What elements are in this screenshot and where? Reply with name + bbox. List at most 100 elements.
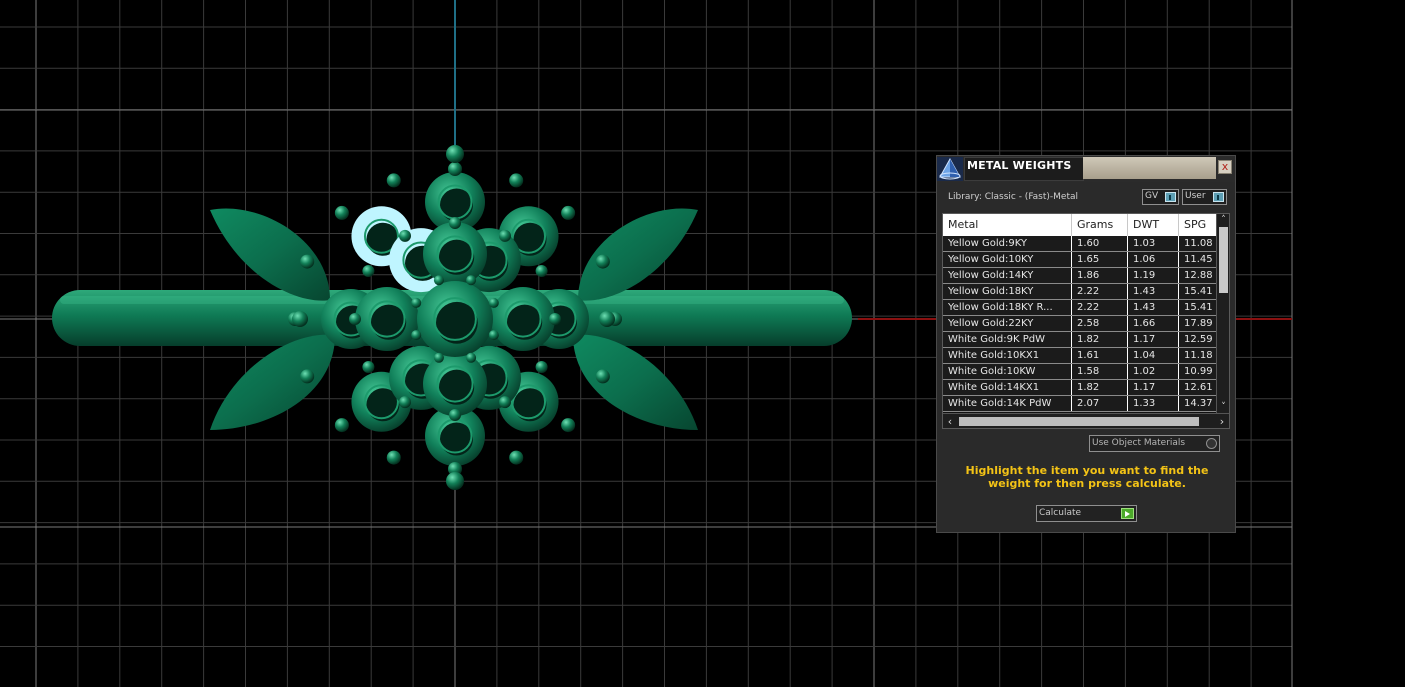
flower-cluster — [288, 145, 622, 490]
spg-cell: 11.18 — [1179, 348, 1216, 363]
metal-cell: White Gold:10KX1 — [943, 348, 1071, 363]
bead — [300, 369, 315, 384]
column-header-grams[interactable]: Grams — [1072, 214, 1128, 236]
chevron-left-icon[interactable]: ‹ — [943, 414, 957, 428]
bead — [535, 265, 548, 277]
chevron-down-icon[interactable]: ˅ — [1217, 401, 1229, 413]
toggle-indicator-icon — [1213, 192, 1224, 202]
dwt-cell: 1.17 — [1128, 380, 1178, 395]
table-row[interactable]: White Gold:10KX1 1.61 1.04 11.18 — [943, 348, 1216, 364]
bead — [499, 396, 511, 409]
metal-cell: White Gold:10KW — [943, 364, 1071, 379]
horizontal-scrollbar[interactable]: ‹ › — [943, 413, 1229, 428]
table-row[interactable]: White Gold:10KW 1.58 1.02 10.99 — [943, 364, 1216, 380]
bead — [466, 352, 477, 363]
ring-model[interactable] — [52, 145, 852, 490]
user-toggle-label: User — [1185, 191, 1206, 201]
table-row[interactable]: White Gold:14KX1 1.82 1.17 12.61 — [943, 380, 1216, 396]
metal-cell: White Gold:9K PdW — [943, 332, 1071, 347]
chevron-up-icon[interactable]: ˄ — [1217, 214, 1229, 226]
metal-cell: White Gold:14KX1 — [943, 380, 1071, 395]
horizontal-scroll-thumb[interactable] — [959, 417, 1199, 426]
panel-title-fill — [1083, 157, 1216, 179]
grams-cell: 2.58 — [1072, 316, 1127, 331]
calculate-label: Calculate — [1039, 508, 1082, 518]
dwt-cell: 1.33 — [1128, 396, 1178, 411]
bead — [535, 361, 548, 373]
column-header-dwt[interactable]: DWT — [1128, 214, 1179, 236]
metal-weights-panel[interactable]: METAL WEIGHTS x Library: Classic - (Fast… — [936, 155, 1236, 533]
radio-indicator-icon — [1206, 438, 1217, 449]
bead — [362, 265, 375, 277]
leaf-top-right — [578, 208, 698, 301]
dwt-cell: 1.03 — [1128, 236, 1178, 251]
spg-cell: 12.88 — [1179, 268, 1216, 283]
table-row[interactable]: White Gold:14K PdW 2.07 1.33 14.37 — [943, 396, 1216, 412]
3d-viewport[interactable]: METAL WEIGHTS x Library: Classic - (Fast… — [0, 0, 1405, 687]
panel-title: METAL WEIGHTS — [967, 159, 1072, 172]
bead — [433, 352, 444, 363]
table-row[interactable]: Yellow Gold:10KY 1.65 1.06 11.45 — [943, 252, 1216, 268]
bead — [386, 173, 401, 188]
bead — [448, 162, 462, 176]
table-row[interactable]: Yellow Gold:9KY 1.60 1.03 11.08 — [943, 236, 1216, 252]
bead — [488, 330, 499, 341]
table-row[interactable]: Yellow Gold:18KY R... 2.22 1.43 15.41 — [943, 300, 1216, 316]
play-arrow-icon — [1121, 508, 1134, 519]
user-toggle[interactable]: User — [1182, 189, 1227, 205]
instructions-text: Highlight the item you want to find the … — [965, 464, 1209, 490]
metal-cell: White Gold:14K PdW — [943, 396, 1071, 411]
metal-cell: Yellow Gold:9KY — [943, 236, 1071, 251]
center-setting-hole — [436, 301, 478, 344]
bead — [499, 229, 511, 242]
spg-cell: 14.37 — [1179, 396, 1216, 411]
table-row[interactable]: White Gold:9K PdW 1.82 1.17 12.59 — [943, 332, 1216, 348]
dwt-cell: 1.17 — [1128, 332, 1178, 347]
vertical-scroll-thumb[interactable] — [1219, 227, 1228, 293]
bead — [300, 254, 315, 269]
grams-cell: 2.22 — [1072, 300, 1127, 315]
table-body: Yellow Gold:9KY 1.60 1.03 11.08 Yellow Gold:… — [943, 236, 1216, 412]
bead — [595, 254, 610, 269]
spg-cell: 17.89 — [1179, 316, 1216, 331]
grams-cell: 1.58 — [1072, 364, 1127, 379]
panel-titlebar[interactable]: METAL WEIGHTS x — [937, 156, 1235, 182]
dwt-cell: 1.02 — [1128, 364, 1178, 379]
use-object-materials-label: Use Object Materials — [1092, 438, 1186, 448]
dwt-cell: 1.04 — [1128, 348, 1178, 363]
calculate-button[interactable]: Calculate — [1036, 505, 1137, 522]
metal-cell: Yellow Gold:10KY — [943, 252, 1071, 267]
column-header-metal[interactable]: Metal — [943, 214, 1072, 236]
bead — [509, 173, 524, 188]
column-header-spg[interactable]: SPG — [1179, 214, 1216, 236]
table-row[interactable]: Yellow Gold:18KY 2.22 1.43 15.41 — [943, 284, 1216, 300]
use-object-materials-checkbox[interactable]: Use Object Materials — [1089, 435, 1220, 452]
bead — [561, 205, 576, 220]
metal-cell: Yellow Gold:14KY — [943, 268, 1071, 283]
dwt-cell: 1.43 — [1128, 284, 1178, 299]
metal-weights-table[interactable]: Metal Grams DWT SPG Yellow Gold:9KY 1.60 1… — [942, 213, 1230, 429]
table-row[interactable]: Yellow Gold:22KY 2.58 1.66 17.89 — [943, 316, 1216, 332]
spg-cell: 11.45 — [1179, 252, 1216, 267]
table-row[interactable]: Yellow Gold:14KY 1.86 1.19 12.88 — [943, 268, 1216, 284]
leaf-bottom-right — [573, 334, 698, 430]
bead — [386, 450, 401, 465]
grams-cell: 1.65 — [1072, 252, 1127, 267]
chevron-right-icon[interactable]: › — [1215, 414, 1229, 428]
leaf-top-left — [210, 208, 330, 301]
library-label: Library: Classic - (Fast)-Metal — [948, 192, 1079, 202]
bead — [466, 275, 477, 286]
close-icon[interactable]: x — [1218, 160, 1232, 174]
bead — [509, 450, 524, 465]
spg-cell: 12.61 — [1179, 380, 1216, 395]
bead — [446, 472, 464, 490]
bead — [399, 229, 411, 242]
grams-cell: 1.82 — [1072, 380, 1127, 395]
grams-cell: 1.86 — [1072, 268, 1127, 283]
bead — [595, 369, 610, 384]
metal-cell: Yellow Gold:22KY — [943, 316, 1071, 331]
vertical-scrollbar[interactable]: ˄ ˅ — [1216, 214, 1229, 413]
leaf-bottom-left — [210, 334, 335, 430]
bead — [449, 217, 461, 229]
gv-toggle[interactable]: GV — [1142, 189, 1179, 205]
